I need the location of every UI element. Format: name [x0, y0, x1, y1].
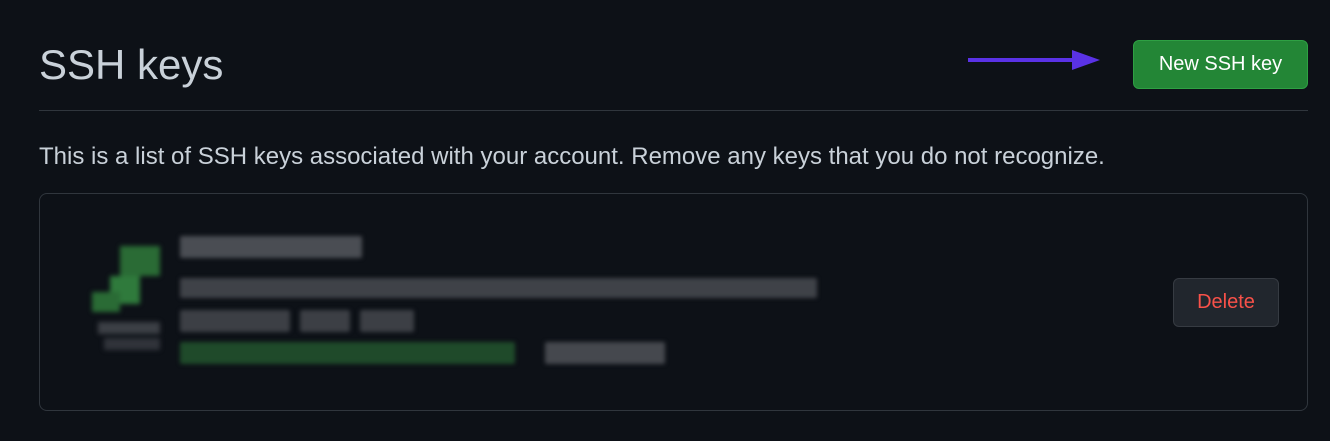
page-title: SSH keys	[39, 41, 224, 88]
redacted-key-last-used	[180, 342, 515, 364]
redacted-key-added-date	[360, 310, 414, 332]
redacted-key-title	[180, 236, 362, 258]
redacted-key-access	[545, 342, 665, 364]
redacted-key-added-date	[180, 310, 290, 332]
ssh-keys-settings-page: SSH keys New SSH key This is a list of S…	[0, 0, 1330, 441]
delete-key-button[interactable]: Delete	[1173, 278, 1279, 327]
ssh-key-list: Delete	[39, 193, 1308, 411]
new-ssh-key-button[interactable]: New SSH key	[1133, 40, 1308, 89]
redacted-key-fingerprint	[180, 278, 817, 298]
annotation-arrow-icon	[968, 50, 1100, 70]
page-header: SSH keys New SSH key	[39, 0, 1308, 111]
ssh-keys-description: This is a list of SSH keys associated wi…	[39, 143, 1105, 170]
redacted-key-added-date	[300, 310, 350, 332]
key-icon	[92, 246, 160, 350]
